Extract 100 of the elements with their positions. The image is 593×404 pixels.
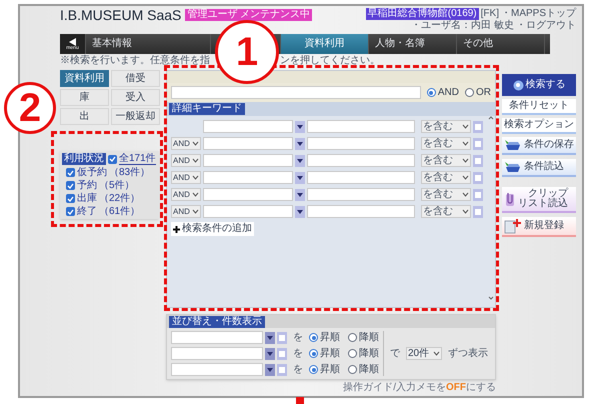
clip-icon xyxy=(504,191,516,207)
operator-select[interactable]: AND xyxy=(171,171,201,184)
operator-select[interactable]: AND xyxy=(171,188,201,201)
condition-select[interactable]: を含む xyxy=(421,188,471,201)
condition-select[interactable]: を含む xyxy=(421,205,471,218)
radio-button[interactable] xyxy=(309,349,318,358)
radio-button[interactable] xyxy=(309,333,318,342)
keyword-input[interactable] xyxy=(307,120,415,133)
keyword-field[interactable] xyxy=(171,86,421,99)
dropdown-button[interactable] xyxy=(295,154,305,166)
function-button[interactable]: 受入 xyxy=(111,89,160,106)
side-button[interactable]: 新規登録 xyxy=(502,217,576,237)
function-button[interactable]: 資料利用 xyxy=(60,70,109,87)
nav-tab[interactable]: 基本情報 xyxy=(86,34,211,54)
field-input[interactable] xyxy=(203,188,293,201)
scroll-down-icon[interactable] xyxy=(488,296,494,300)
clear-button[interactable] xyxy=(473,188,483,200)
checkbox[interactable] xyxy=(66,207,75,216)
museum-badge: 早稲田総合博物館(0169) xyxy=(366,8,479,20)
add-condition-button[interactable]: 検索条件の追加 xyxy=(171,222,254,236)
caret-icon xyxy=(192,141,199,146)
dropdown-button[interactable] xyxy=(295,188,305,200)
field-input[interactable] xyxy=(203,171,293,184)
dropdown-button[interactable] xyxy=(295,206,305,218)
status-link[interactable]: 終了 xyxy=(77,206,97,217)
status-link[interactable]: 仮予約 xyxy=(77,167,107,178)
side-button[interactable]: 条件の保存 xyxy=(502,137,576,155)
footer-note: 操作ガイド/入力メモをOFFにする xyxy=(343,383,496,393)
dropdown-button[interactable] xyxy=(265,332,275,344)
dropdown-button[interactable] xyxy=(265,348,275,360)
function-button[interactable]: 庫 xyxy=(60,89,109,106)
clear-button[interactable] xyxy=(473,154,483,166)
side-button[interactable]: クリップ リスト読込 xyxy=(502,187,576,213)
sort-field-input[interactable] xyxy=(171,363,263,376)
particle-text: を xyxy=(293,364,303,374)
dropdown-button[interactable] xyxy=(265,364,275,376)
header-link[interactable]: ・ログアウト xyxy=(516,21,576,31)
keyword-input[interactable] xyxy=(307,154,415,167)
mode-badge: 管理ユーザ メンテナンス中 xyxy=(185,9,312,21)
clear-button[interactable] xyxy=(473,138,483,150)
checkbox[interactable] xyxy=(108,154,117,164)
caret-icon xyxy=(462,175,469,180)
radio-button[interactable] xyxy=(348,349,357,358)
keyword-input[interactable] xyxy=(307,188,415,201)
all-count-link[interactable]: 全171件 xyxy=(119,154,156,164)
header-link[interactable]: ・ユーザ名：内田 敏史 xyxy=(411,21,514,31)
dropdown-button[interactable] xyxy=(295,138,305,150)
keyword-input[interactable] xyxy=(307,137,415,150)
per-page-suffix: ずつ表示 xyxy=(448,348,488,358)
clear-button[interactable] xyxy=(473,120,483,132)
function-button[interactable]: 出 xyxy=(60,108,109,125)
dropdown-button[interactable] xyxy=(295,120,305,132)
search-icon xyxy=(512,80,524,90)
checkbox[interactable] xyxy=(66,194,75,203)
field-input[interactable] xyxy=(203,137,293,150)
side-button[interactable]: 条件読込 xyxy=(502,159,576,177)
condition-select[interactable]: を含む xyxy=(421,137,471,150)
dropdown-button[interactable] xyxy=(295,172,305,184)
radio-button[interactable] xyxy=(426,88,436,97)
header-link[interactable]: [FK] xyxy=(480,9,499,19)
operator-select[interactable]: AND xyxy=(171,137,201,150)
header-link[interactable]: ・MAPPSトップ xyxy=(500,9,576,19)
keyword-input[interactable] xyxy=(307,171,415,184)
caret-icon xyxy=(192,192,199,197)
radio-button[interactable] xyxy=(348,365,357,374)
nav-tab[interactable]: 人物・名簿 xyxy=(369,34,457,54)
field-input[interactable] xyxy=(203,120,293,133)
sort-field-input[interactable] xyxy=(171,347,263,360)
condition-select[interactable]: を含む xyxy=(421,120,471,133)
condition-select[interactable]: を含む xyxy=(421,171,471,184)
clear-button[interactable] xyxy=(473,172,483,184)
caret-icon xyxy=(192,209,199,214)
sort-field-input[interactable] xyxy=(171,331,263,344)
field-input[interactable] xyxy=(203,154,293,167)
radio-button[interactable] xyxy=(465,88,474,97)
nav-tab[interactable]: 資料利用 xyxy=(281,34,369,54)
side-button[interactable]: 検索する xyxy=(502,74,576,96)
scroll-up-icon[interactable] xyxy=(488,116,494,120)
checkbox[interactable] xyxy=(66,181,75,190)
status-link[interactable]: 予約 xyxy=(77,180,97,191)
side-button[interactable]: 検索オプション xyxy=(502,118,576,134)
operator-select[interactable]: AND xyxy=(171,205,201,218)
status-link[interactable]: 出庫 xyxy=(77,193,97,204)
caret-icon xyxy=(297,192,303,196)
clear-button[interactable] xyxy=(473,206,483,218)
function-button[interactable]: 一般返却 xyxy=(111,108,160,125)
status-count: （83件） xyxy=(109,167,150,178)
checkbox[interactable] xyxy=(66,168,75,177)
field-input[interactable] xyxy=(203,205,293,218)
caret-icon xyxy=(297,124,303,128)
operator-select[interactable]: AND xyxy=(171,154,201,167)
function-button[interactable]: 借受 xyxy=(111,70,160,87)
per-page-select[interactable]: 20件 xyxy=(406,347,442,360)
nav-tab[interactable]: その他 xyxy=(457,34,545,54)
caret-icon xyxy=(297,142,303,146)
side-button[interactable]: 条件リセット xyxy=(502,99,576,115)
keyword-input[interactable] xyxy=(307,205,415,218)
condition-select[interactable]: を含む xyxy=(421,154,471,167)
radio-button[interactable] xyxy=(309,365,318,374)
radio-button[interactable] xyxy=(348,333,357,342)
